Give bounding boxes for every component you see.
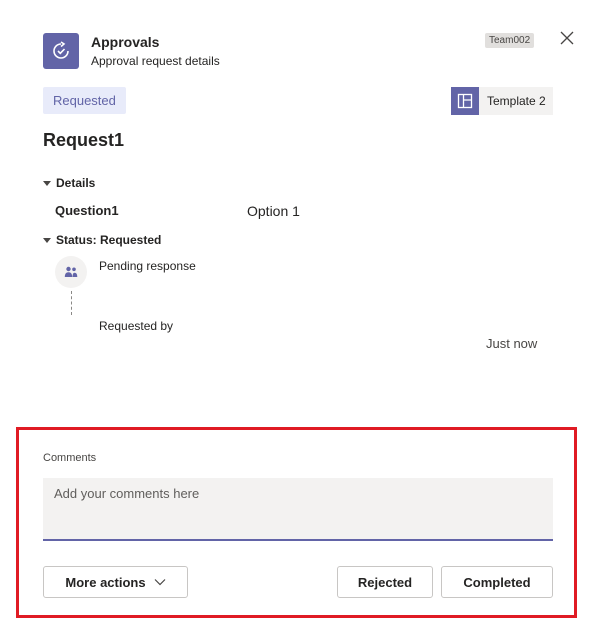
details-section-toggle[interactable]: Details <box>43 176 95 190</box>
template-icon <box>451 87 479 115</box>
app-subtitle: Approval request details <box>91 54 220 68</box>
details-section-label: Details <box>56 176 96 190</box>
team-badge: Team002 <box>485 33 535 48</box>
close-icon <box>560 31 574 45</box>
template-label: Template 2 <box>487 94 546 108</box>
caret-down-icon <box>43 180 51 186</box>
close-button[interactable] <box>558 29 576 47</box>
app-title: Approvals <box>91 34 160 50</box>
requested-by-label: Requested by <box>99 319 174 333</box>
pending-response-text: Pending response <box>99 259 196 273</box>
status-section-label: Status: Requested <box>56 233 162 247</box>
approvals-icon <box>43 33 79 69</box>
caret-down-icon <box>43 237 51 243</box>
template-button[interactable]: Template 2 <box>451 87 553 115</box>
comments-label: Comments <box>43 452 97 464</box>
request-title: Request1 <box>43 130 125 150</box>
comments-input[interactable] <box>43 478 553 541</box>
more-actions-button[interactable]: More actions <box>43 566 188 598</box>
rejected-button[interactable]: Rejected <box>337 566 433 598</box>
completed-button[interactable]: Completed <box>441 566 553 598</box>
question-value: Option 1 <box>247 203 300 219</box>
status-badge: Requested <box>43 87 126 114</box>
request-timestamp: Just now <box>486 336 538 351</box>
status-section-toggle[interactable]: Status: Requested <box>43 233 161 247</box>
people-icon <box>55 256 87 288</box>
timeline-connector <box>71 291 72 315</box>
more-actions-label: More actions <box>65 574 146 590</box>
question-label: Question1 <box>55 203 119 218</box>
chevron-down-icon <box>154 578 166 586</box>
